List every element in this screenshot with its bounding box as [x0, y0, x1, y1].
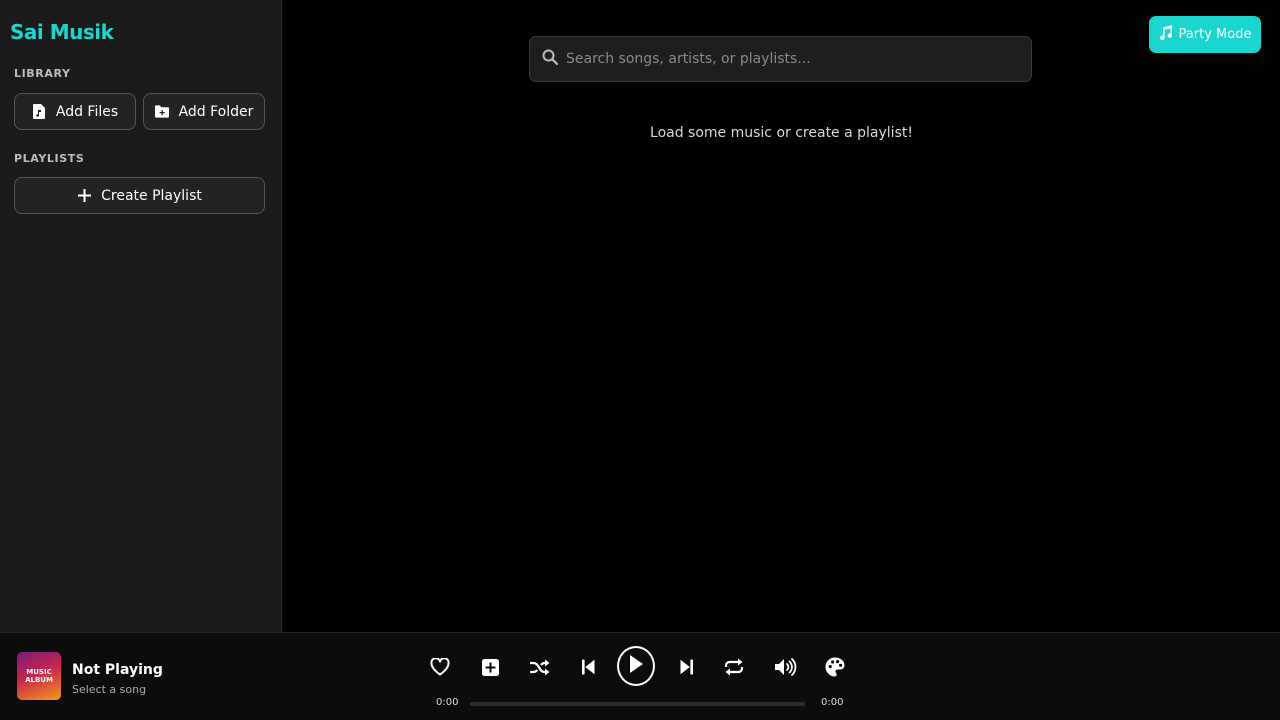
- empty-state-message: Load some music or create a playlist!: [650, 125, 913, 141]
- current-time: 0:00: [436, 697, 459, 708]
- shuffle-icon[interactable]: [528, 655, 552, 679]
- repeat-icon[interactable]: [722, 655, 746, 679]
- track-title: Not Playing: [72, 662, 163, 678]
- music-note-icon: [1159, 25, 1173, 44]
- play-icon: [628, 654, 644, 678]
- library-heading: LIBRARY: [14, 67, 71, 80]
- main-content: Load some music or create a playlist! Pa…: [283, 0, 1280, 632]
- search-input[interactable]: [566, 51, 1031, 67]
- app-root: Sai Musik LIBRARY Add Files Add Folder P…: [0, 0, 1280, 720]
- play-button[interactable]: [617, 646, 655, 686]
- folder-plus-icon: [154, 104, 169, 120]
- create-playlist-label: Create Playlist: [101, 187, 202, 204]
- add-to-playlist-icon[interactable]: [478, 655, 502, 679]
- add-files-label: Add Files: [55, 103, 119, 120]
- search-bar[interactable]: [529, 36, 1032, 82]
- palette-icon[interactable]: [823, 655, 847, 679]
- search-icon: [542, 49, 559, 69]
- volume-icon[interactable]: [774, 655, 798, 679]
- sidebar: Sai Musik LIBRARY Add Files Add Folder P…: [0, 0, 282, 632]
- album-art-text-line2: ALBUM: [25, 676, 53, 684]
- album-art: MUSIC ALBUM: [17, 652, 61, 700]
- next-icon[interactable]: [674, 655, 698, 679]
- create-playlist-button[interactable]: Create Playlist: [14, 177, 265, 214]
- add-folder-button[interactable]: Add Folder: [143, 93, 265, 130]
- plus-icon: [77, 188, 91, 204]
- app-logo[interactable]: Sai Musik: [10, 20, 114, 44]
- progress-bar[interactable]: [470, 702, 805, 706]
- previous-icon[interactable]: [576, 655, 600, 679]
- party-mode-button[interactable]: Party Mode: [1149, 16, 1261, 53]
- album-art-text-line1: MUSIC: [26, 668, 52, 676]
- file-audio-icon: [32, 104, 46, 120]
- add-files-button[interactable]: Add Files: [14, 93, 136, 130]
- total-time: 0:00: [821, 697, 844, 708]
- party-mode-label: Party Mode: [1178, 27, 1252, 42]
- playlists-heading: PLAYLISTS: [14, 152, 85, 165]
- track-subtitle: Select a song: [72, 683, 147, 696]
- player-bar: MUSIC ALBUM Not Playing Select a song 0:…: [0, 632, 1280, 720]
- add-folder-label: Add Folder: [178, 103, 254, 120]
- heart-icon[interactable]: [428, 655, 452, 679]
